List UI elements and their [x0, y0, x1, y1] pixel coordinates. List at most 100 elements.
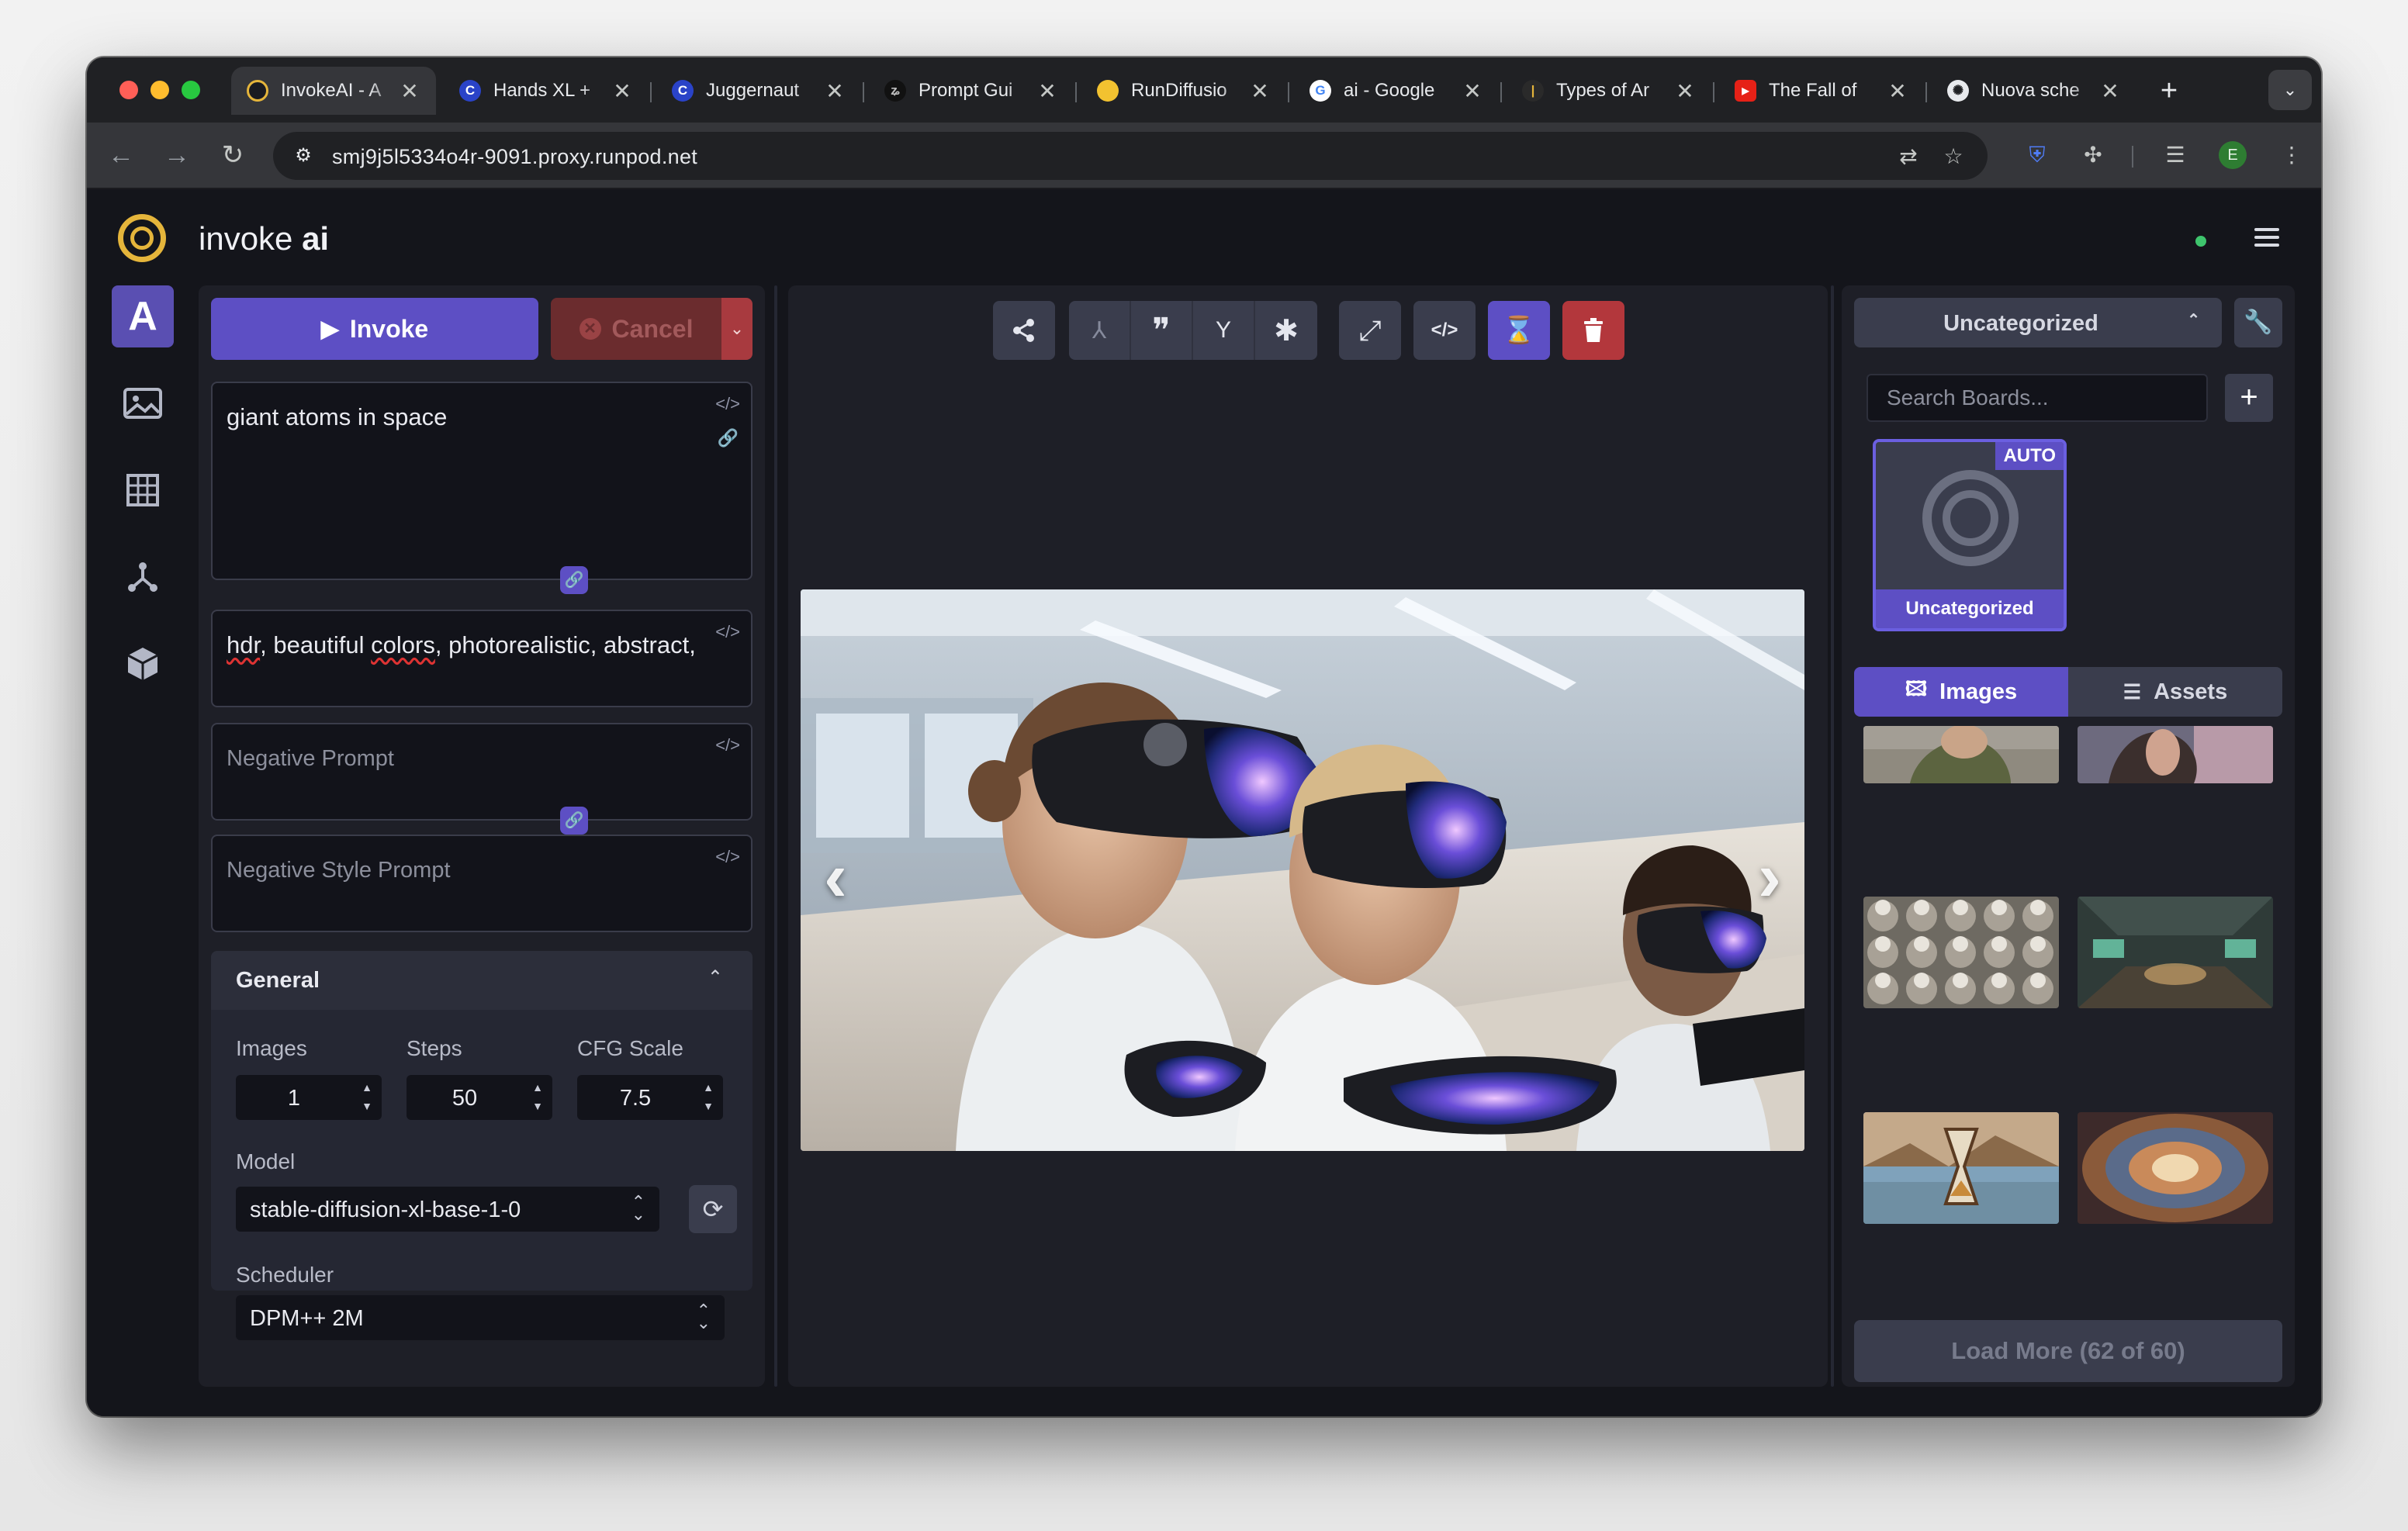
negative-concat-link-icon[interactable]: 🔗	[560, 807, 588, 835]
concat-link-icon[interactable]: 🔗	[560, 566, 588, 594]
extensions-puzzle-icon[interactable]: ✣	[2078, 140, 2109, 171]
decrement-icon[interactable]: ▼	[703, 1100, 714, 1112]
close-tab-icon[interactable]: ✕	[2099, 78, 2121, 104]
code-icon[interactable]: </>	[1413, 301, 1476, 360]
close-tab-icon[interactable]: ✕	[1887, 78, 1908, 104]
negative-prompt-field[interactable]: Negative Prompt </>	[211, 723, 752, 821]
settings-menu-icon[interactable]	[2251, 223, 2282, 254]
refresh-models-icon[interactable]: ⟳	[689, 1185, 737, 1233]
bookmark-star-icon[interactable]: ☆	[1939, 143, 1967, 171]
model-manager-tab[interactable]	[112, 633, 174, 695]
browser-tab-invokeai[interactable]: InvokeAI - A ✕	[231, 67, 436, 115]
address-bar[interactable]: ⚙ smj9j5l5334o4r-9091.proxy.runpod.net ⇄…	[273, 132, 1988, 180]
workflow-editor-tab[interactable]	[112, 546, 174, 608]
code-embed-icon[interactable]: </>	[715, 735, 740, 755]
forward-icon[interactable]: →	[158, 137, 195, 174]
browser-tab-hands-xl[interactable]: C Hands XL + ✕	[444, 67, 649, 115]
cfg-scale-value[interactable]: 7.5	[577, 1086, 694, 1111]
invoke-button[interactable]: ▶ Invoke	[211, 298, 538, 360]
unified-canvas-tab[interactable]	[112, 459, 174, 521]
bitwarden-extension-icon[interactable]: ⛨	[2022, 140, 2053, 171]
style-prompt-field[interactable]: hdr, beautiful colors, photorealistic, a…	[211, 610, 752, 707]
board-select[interactable]: Uncategorized ⌃	[1854, 298, 2222, 347]
tab-images[interactable]: 🖾 Images	[1854, 667, 2068, 717]
steps-stepper[interactable]: 50 ▲ ▼	[407, 1075, 552, 1120]
steps-value[interactable]: 50	[407, 1086, 523, 1111]
resize-handle-left[interactable]	[774, 285, 777, 1387]
gallery-thumbnail[interactable]	[1863, 897, 2059, 1008]
images-value[interactable]: 1	[236, 1086, 352, 1111]
gallery-thumbnail[interactable]	[1863, 726, 2059, 783]
positive-prompt-field[interactable]: giant atoms in space </> 🔗	[211, 382, 752, 580]
close-tab-icon[interactable]: ✕	[824, 78, 846, 104]
gallery-thumbnail[interactable]	[2078, 726, 2273, 783]
minimize-window-button[interactable]	[150, 81, 169, 99]
close-tab-icon[interactable]: ✕	[1674, 78, 1696, 104]
profile-avatar[interactable]: E	[2219, 141, 2247, 169]
model-select[interactable]: stable-diffusion-xl-base-1-0 ⌃ ⌄	[236, 1187, 659, 1232]
browser-tab-rundiffusion[interactable]: RunDiffusio ✕	[1081, 67, 1286, 115]
add-board-icon[interactable]: +	[2225, 374, 2273, 422]
close-tab-icon[interactable]: ✕	[1462, 78, 1483, 104]
quote-icon[interactable]: ❞	[1131, 301, 1193, 360]
asterisk-icon[interactable]: ✱	[1255, 301, 1317, 360]
increment-icon[interactable]: ▲	[703, 1081, 714, 1094]
browser-tab-google[interactable]: G ai - Google ✕	[1294, 67, 1499, 115]
text-to-image-tab[interactable]: A	[112, 285, 174, 347]
code-embed-icon[interactable]: </>	[715, 847, 740, 867]
increment-icon[interactable]: ▲	[362, 1081, 372, 1094]
trash-icon[interactable]	[1562, 301, 1624, 360]
close-tab-icon[interactable]: ✕	[611, 78, 633, 104]
positive-prompt-text[interactable]: giant atoms in space	[227, 400, 697, 434]
link-icon[interactable]: 🔗	[718, 428, 739, 448]
style-prompt-text[interactable]: hdr, beautiful colors, photorealistic, a…	[227, 628, 697, 662]
tab-assets[interactable]: ☰ Assets	[2068, 667, 2282, 717]
load-more-button[interactable]: Load More (62 of 60)	[1854, 1320, 2282, 1382]
reading-list-icon[interactable]: ☰	[2160, 140, 2191, 171]
general-accordion-header[interactable]: General ⌃	[211, 951, 752, 1010]
browser-tab-chatgpt[interactable]: ✺ Nuova sche ✕	[1932, 67, 2136, 115]
browser-tab-types[interactable]: | Types of Ar ✕	[1507, 67, 1711, 115]
gallery-thumbnail[interactable]	[2078, 897, 2273, 1008]
browser-tab-prompt-guide[interactable]: ʑ Prompt Gui ✕	[869, 67, 1074, 115]
seed-icon[interactable]: Y	[1193, 301, 1255, 360]
browser-tab-youtube[interactable]: ▶ The Fall of ✕	[1719, 67, 1924, 115]
image-to-image-tab[interactable]	[112, 372, 174, 434]
browser-tab-juggernaut[interactable]: C Juggernaut ✕	[656, 67, 861, 115]
translate-icon[interactable]: ⇄	[1894, 143, 1922, 171]
board-tile-uncategorized[interactable]: AUTO Uncategorized	[1873, 439, 2067, 631]
close-tab-icon[interactable]: ✕	[1249, 78, 1271, 104]
cancel-options-chevron-icon[interactable]: ⌄	[721, 298, 752, 360]
gallery-thumbnail[interactable]	[2078, 1112, 2273, 1224]
cfg-scale-stepper[interactable]: 7.5 ▲ ▼	[577, 1075, 723, 1120]
use-all-icon[interactable]: ⅄	[1069, 301, 1131, 360]
search-boards-input[interactable]	[1867, 374, 2208, 422]
close-tab-icon[interactable]: ✕	[399, 78, 420, 104]
new-tab-button[interactable]: +	[2150, 73, 2188, 110]
close-tab-icon[interactable]: ✕	[1036, 78, 1058, 104]
cancel-button[interactable]: ✕ Cancel	[551, 298, 721, 360]
close-window-button[interactable]	[119, 81, 138, 99]
generated-image[interactable]: ‹ ›	[801, 589, 1804, 1151]
gallery-settings-wrench-icon[interactable]: 🔧	[2234, 298, 2282, 347]
code-embed-icon[interactable]: </>	[715, 622, 740, 642]
back-icon[interactable]: ←	[102, 137, 140, 174]
negative-prompt-placeholder[interactable]: Negative Prompt	[227, 741, 697, 776]
gallery-thumbnail[interactable]	[1863, 1112, 2059, 1224]
expand-icon[interactable]: ⤢	[1339, 301, 1401, 360]
url-text[interactable]: smj9j5l5334o4r-9091.proxy.runpod.net	[332, 145, 697, 169]
negative-style-prompt-placeholder[interactable]: Negative Style Prompt	[227, 853, 697, 887]
increment-icon[interactable]: ▲	[532, 1081, 543, 1094]
maximize-window-button[interactable]	[182, 81, 200, 99]
reload-icon[interactable]: ↻	[214, 137, 251, 174]
scheduler-select[interactable]: DPM++ 2M ⌃ ⌄	[236, 1295, 725, 1340]
previous-image-icon[interactable]: ‹	[824, 838, 847, 918]
negative-style-prompt-field[interactable]: Negative Style Prompt </>	[211, 835, 752, 932]
share-icon[interactable]	[993, 301, 1055, 360]
decrement-icon[interactable]: ▼	[362, 1100, 372, 1112]
next-image-icon[interactable]: ›	[1758, 838, 1781, 918]
resize-handle-right[interactable]	[1831, 285, 1834, 1387]
browser-menu-icon[interactable]: ⋮	[2276, 140, 2307, 171]
hourglass-icon[interactable]: ⌛	[1488, 301, 1550, 360]
tab-search-button[interactable]: ⌄	[2268, 70, 2312, 110]
